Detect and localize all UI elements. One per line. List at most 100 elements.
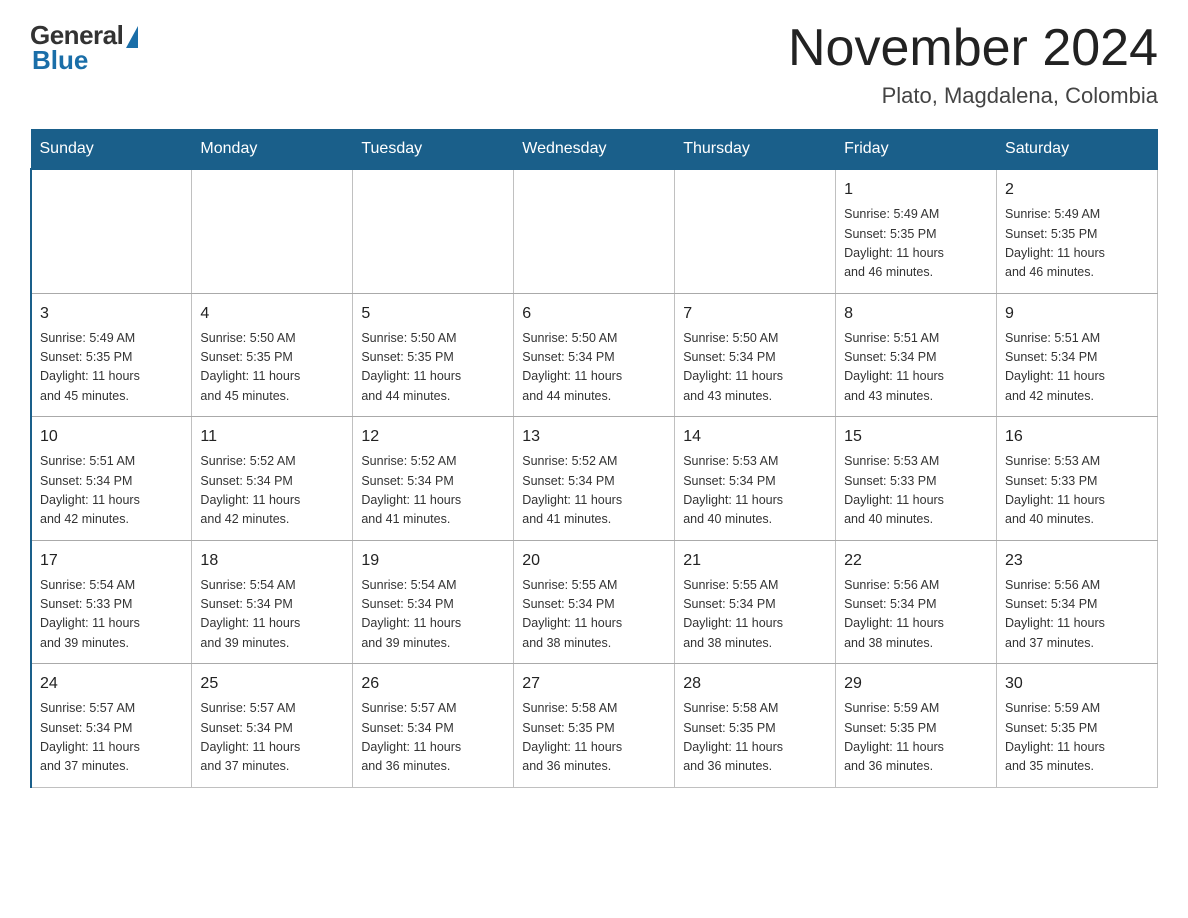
- day-cell: 1 Sunrise: 5:49 AM Sunset: 5:35 PM Daylig…: [836, 169, 997, 293]
- day-cell: 2Sunrise: 5:49 AM Sunset: 5:35 PM Daylig…: [997, 169, 1158, 293]
- day-cell: [675, 169, 836, 293]
- day-number: 22: [844, 549, 988, 573]
- day-cell: 11 Sunrise: 5:52 AM Sunset: 5:34 PM Dayli…: [192, 417, 353, 541]
- day-cell: 26 Sunrise: 5:57 AM Sunset: 5:34 PM Dayli…: [353, 664, 514, 788]
- calendar-table: SundayMondayTuesdayWednesdayThursdayFrid…: [30, 129, 1158, 788]
- header-wednesday: Wednesday: [514, 130, 675, 170]
- day-info: Sunrise: 5:50 AM Sunset: 5:34 PM Dayligh…: [522, 329, 666, 407]
- day-number: 9: [1005, 302, 1149, 326]
- day-info: Sunrise: 5:57 AM Sunset: 5:34 PM Dayligh…: [200, 699, 344, 777]
- day-cell: 30 Sunrise: 5:59 AM Sunset: 5:35 PM Dayli…: [997, 664, 1158, 788]
- day-cell: 4 Sunrise: 5:50 AM Sunset: 5:35 PM Daylig…: [192, 293, 353, 417]
- day-number: 23: [1005, 549, 1149, 573]
- day-info: Sunrise: 5:59 AM Sunset: 5:35 PM Dayligh…: [844, 699, 988, 777]
- day-info: Sunrise: 5:49 AM Sunset: 5:35 PM Dayligh…: [1005, 205, 1149, 283]
- day-number: 3: [40, 302, 183, 326]
- day-cell: 24 Sunrise: 5:57 AM Sunset: 5:34 PM Dayli…: [31, 664, 192, 788]
- header-tuesday: Tuesday: [353, 130, 514, 170]
- day-cell: 28Sunrise: 5:58 AM Sunset: 5:35 PM Dayli…: [675, 664, 836, 788]
- day-number: 12: [361, 425, 505, 449]
- title-block: November 2024 Plato, Magdalena, Colombia: [788, 20, 1158, 109]
- day-info: Sunrise: 5:56 AM Sunset: 5:34 PM Dayligh…: [1005, 576, 1149, 654]
- day-info: Sunrise: 5:53 AM Sunset: 5:33 PM Dayligh…: [844, 452, 988, 530]
- day-info: Sunrise: 5:54 AM Sunset: 5:34 PM Dayligh…: [200, 576, 344, 654]
- day-number: 7: [683, 302, 827, 326]
- day-info: Sunrise: 5:59 AM Sunset: 5:35 PM Dayligh…: [1005, 699, 1149, 777]
- day-cell: 18 Sunrise: 5:54 AM Sunset: 5:34 PM Dayli…: [192, 540, 353, 664]
- header-row: SundayMondayTuesdayWednesdayThursdayFrid…: [31, 130, 1158, 170]
- day-info: Sunrise: 5:50 AM Sunset: 5:35 PM Dayligh…: [200, 329, 344, 407]
- day-number: 21: [683, 549, 827, 573]
- logo-blue-text: Blue: [32, 45, 88, 76]
- header-saturday: Saturday: [997, 130, 1158, 170]
- calendar-body: 1 Sunrise: 5:49 AM Sunset: 5:35 PM Daylig…: [31, 169, 1158, 787]
- day-number: 14: [683, 425, 827, 449]
- day-number: 29: [844, 672, 988, 696]
- day-info: Sunrise: 5:57 AM Sunset: 5:34 PM Dayligh…: [40, 699, 183, 777]
- day-cell: 3Sunrise: 5:49 AM Sunset: 5:35 PM Daylig…: [31, 293, 192, 417]
- day-number: 20: [522, 549, 666, 573]
- week-row-2: 3Sunrise: 5:49 AM Sunset: 5:35 PM Daylig…: [31, 293, 1158, 417]
- calendar-header: SundayMondayTuesdayWednesdayThursdayFrid…: [31, 130, 1158, 170]
- day-info: Sunrise: 5:51 AM Sunset: 5:34 PM Dayligh…: [40, 452, 183, 530]
- header-thursday: Thursday: [675, 130, 836, 170]
- day-info: Sunrise: 5:58 AM Sunset: 5:35 PM Dayligh…: [522, 699, 666, 777]
- day-info: Sunrise: 5:54 AM Sunset: 5:34 PM Dayligh…: [361, 576, 505, 654]
- day-cell: 16Sunrise: 5:53 AM Sunset: 5:33 PM Dayli…: [997, 417, 1158, 541]
- day-cell: [192, 169, 353, 293]
- day-number: 18: [200, 549, 344, 573]
- day-info: Sunrise: 5:57 AM Sunset: 5:34 PM Dayligh…: [361, 699, 505, 777]
- day-number: 27: [522, 672, 666, 696]
- day-cell: 14 Sunrise: 5:53 AM Sunset: 5:34 PM Dayli…: [675, 417, 836, 541]
- day-info: Sunrise: 5:50 AM Sunset: 5:34 PM Dayligh…: [683, 329, 827, 407]
- day-cell: 21Sunrise: 5:55 AM Sunset: 5:34 PM Dayli…: [675, 540, 836, 664]
- day-info: Sunrise: 5:51 AM Sunset: 5:34 PM Dayligh…: [844, 329, 988, 407]
- day-number: 25: [200, 672, 344, 696]
- header-monday: Monday: [192, 130, 353, 170]
- day-cell: 9 Sunrise: 5:51 AM Sunset: 5:34 PM Daylig…: [997, 293, 1158, 417]
- day-number: 15: [844, 425, 988, 449]
- day-cell: 27 Sunrise: 5:58 AM Sunset: 5:35 PM Dayli…: [514, 664, 675, 788]
- day-number: 10: [40, 425, 183, 449]
- day-cell: 10 Sunrise: 5:51 AM Sunset: 5:34 PM Dayli…: [31, 417, 192, 541]
- week-row-5: 24 Sunrise: 5:57 AM Sunset: 5:34 PM Dayli…: [31, 664, 1158, 788]
- day-cell: 7 Sunrise: 5:50 AM Sunset: 5:34 PM Daylig…: [675, 293, 836, 417]
- day-number: 19: [361, 549, 505, 573]
- day-number: 6: [522, 302, 666, 326]
- day-number: 8: [844, 302, 988, 326]
- day-number: 4: [200, 302, 344, 326]
- day-info: Sunrise: 5:58 AM Sunset: 5:35 PM Dayligh…: [683, 699, 827, 777]
- day-cell: 29 Sunrise: 5:59 AM Sunset: 5:35 PM Dayli…: [836, 664, 997, 788]
- day-info: Sunrise: 5:52 AM Sunset: 5:34 PM Dayligh…: [361, 452, 505, 530]
- day-info: Sunrise: 5:52 AM Sunset: 5:34 PM Dayligh…: [522, 452, 666, 530]
- day-cell: [353, 169, 514, 293]
- day-info: Sunrise: 5:51 AM Sunset: 5:34 PM Dayligh…: [1005, 329, 1149, 407]
- page-header: General Blue November 2024 Plato, Magdal…: [30, 20, 1158, 109]
- day-info: Sunrise: 5:54 AM Sunset: 5:33 PM Dayligh…: [40, 576, 183, 654]
- day-cell: [514, 169, 675, 293]
- calendar-subtitle: Plato, Magdalena, Colombia: [788, 83, 1158, 109]
- day-info: Sunrise: 5:53 AM Sunset: 5:34 PM Dayligh…: [683, 452, 827, 530]
- day-number: 5: [361, 302, 505, 326]
- logo-triangle-icon: [126, 26, 138, 48]
- day-cell: 15 Sunrise: 5:53 AM Sunset: 5:33 PM Dayli…: [836, 417, 997, 541]
- header-sunday: Sunday: [31, 130, 192, 170]
- week-row-1: 1 Sunrise: 5:49 AM Sunset: 5:35 PM Daylig…: [31, 169, 1158, 293]
- day-number: 30: [1005, 672, 1149, 696]
- day-number: 16: [1005, 425, 1149, 449]
- day-number: 1: [844, 178, 988, 202]
- day-number: 13: [522, 425, 666, 449]
- day-info: Sunrise: 5:52 AM Sunset: 5:34 PM Dayligh…: [200, 452, 344, 530]
- day-number: 24: [40, 672, 183, 696]
- logo: General Blue: [30, 20, 138, 76]
- day-number: 26: [361, 672, 505, 696]
- day-cell: 8 Sunrise: 5:51 AM Sunset: 5:34 PM Daylig…: [836, 293, 997, 417]
- day-cell: [31, 169, 192, 293]
- day-info: Sunrise: 5:49 AM Sunset: 5:35 PM Dayligh…: [844, 205, 988, 283]
- day-cell: 22Sunrise: 5:56 AM Sunset: 5:34 PM Dayli…: [836, 540, 997, 664]
- day-cell: 25 Sunrise: 5:57 AM Sunset: 5:34 PM Dayli…: [192, 664, 353, 788]
- day-cell: 23 Sunrise: 5:56 AM Sunset: 5:34 PM Dayli…: [997, 540, 1158, 664]
- day-number: 11: [200, 425, 344, 449]
- day-cell: 13 Sunrise: 5:52 AM Sunset: 5:34 PM Dayli…: [514, 417, 675, 541]
- week-row-3: 10 Sunrise: 5:51 AM Sunset: 5:34 PM Dayli…: [31, 417, 1158, 541]
